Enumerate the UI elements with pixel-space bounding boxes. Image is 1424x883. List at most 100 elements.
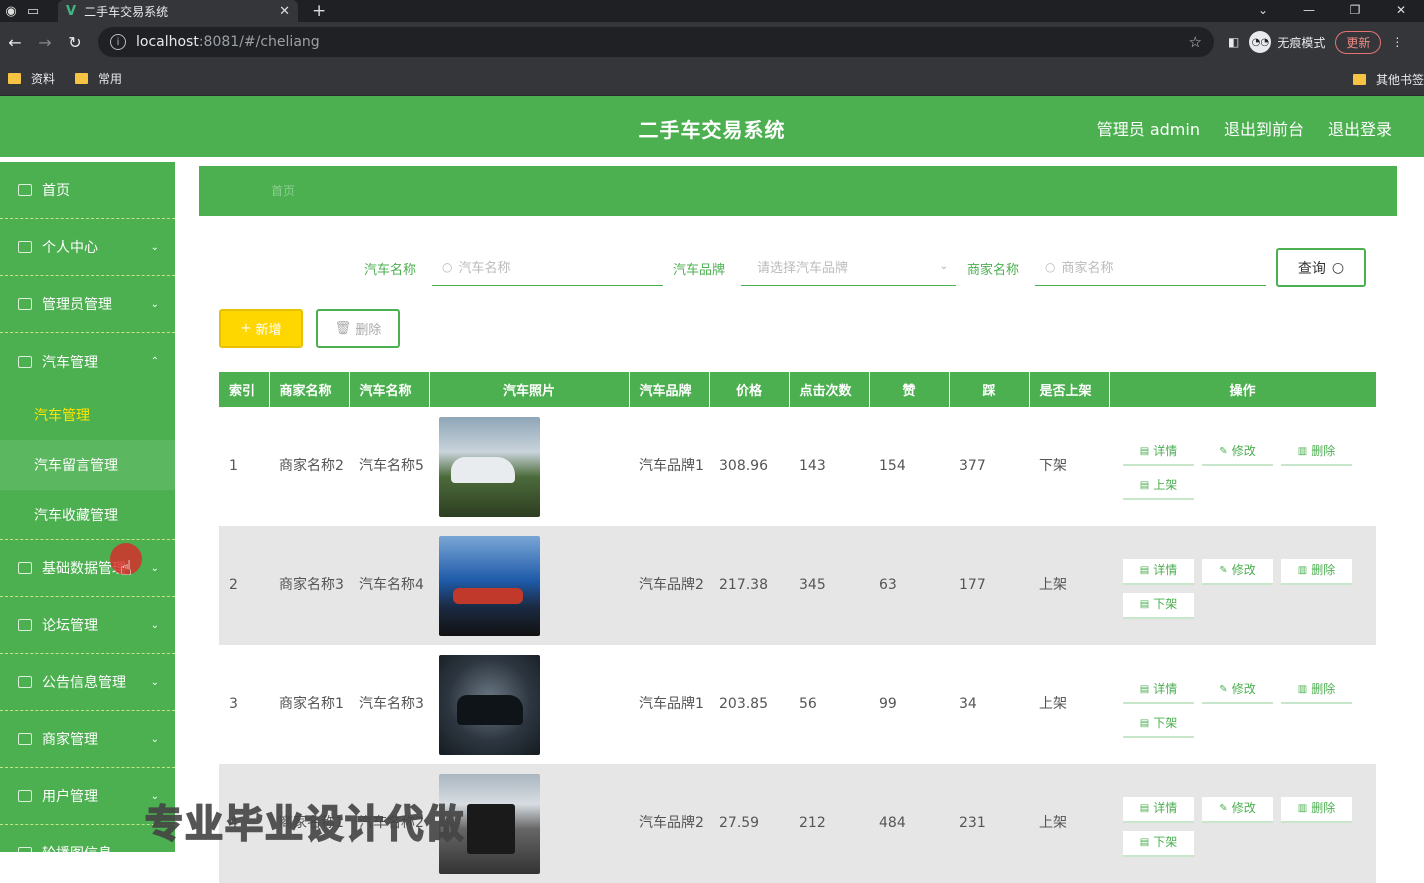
col-status[interactable]: 是否上架 xyxy=(1029,372,1110,407)
edit-button[interactable]: ✎ 修改 xyxy=(1202,558,1273,585)
batch-delete-button[interactable]: 🗑 删除 xyxy=(316,309,400,348)
bookmark-folder-1[interactable]: 常用 xyxy=(75,70,122,87)
cell-index: 3 xyxy=(229,696,238,712)
bookmark-folder-0[interactable]: 资料 xyxy=(8,70,55,87)
car-photo[interactable] xyxy=(439,535,540,636)
toggle-listing-button[interactable]: ▤ 下架 xyxy=(1123,711,1194,738)
edit-button[interactable]: ✎ 修改 xyxy=(1202,677,1273,704)
browser-tab[interactable]: V 二手车交易系统 ✕ xyxy=(58,0,298,22)
search-form: 汽车名称 ○ 汽车名称 汽车品牌 请选择汽车品牌 ⌄ 商家名称 ○ 商家名称 查… xyxy=(199,248,1397,288)
tab-overview-icon[interactable]: ▭ xyxy=(22,0,44,22)
merchant-input[interactable]: ○ 商家名称 xyxy=(1035,248,1266,286)
toggle-listing-button[interactable]: ▤ 上架 xyxy=(1123,473,1194,500)
sidebar-item-home[interactable]: 首页 xyxy=(0,162,175,219)
window-close-icon[interactable]: ✕ xyxy=(1378,0,1424,22)
restore-icon[interactable]: ❐ xyxy=(1332,0,1378,22)
sidepanel-icon[interactable]: ◧ xyxy=(1228,35,1239,49)
sidebar-sub-car-favorites[interactable]: 汽车收藏管理 xyxy=(0,490,175,540)
col-index[interactable]: 索引 xyxy=(219,372,270,407)
sidebar-item-label: 论坛管理 xyxy=(42,618,98,634)
query-button[interactable]: 查询 ○ xyxy=(1276,248,1366,287)
app-header: 二手车交易系统 管理员 admin 退出到前台 退出登录 xyxy=(0,96,1424,157)
browser-tab-bar: ◉ ▭ V 二手车交易系统 ✕ + ⌄ — ❐ ✕ xyxy=(0,0,1424,22)
cell-photo xyxy=(429,526,629,645)
sidebar-item-cars[interactable]: 汽车管理 ⌃ xyxy=(0,333,175,390)
col-merchant[interactable]: 商家名称 xyxy=(269,372,350,407)
col-car-name[interactable]: 汽车名称 xyxy=(349,372,430,407)
toggle-label: 下架 xyxy=(1153,835,1178,849)
delete-button[interactable]: ▥ 删除 xyxy=(1281,796,1352,823)
main-content: 首页 汽车名称 ○ 汽车名称 汽车品牌 请选择汽车品牌 ⌄ 商家名称 ○ 商家名… xyxy=(199,166,1397,883)
merchant-placeholder: 商家名称 xyxy=(1061,261,1114,276)
edit-label: 修改 xyxy=(1231,444,1256,458)
forum-icon xyxy=(18,619,32,631)
car-photo[interactable] xyxy=(439,654,540,755)
back-icon[interactable]: ← xyxy=(0,33,30,52)
edit-button[interactable]: ✎ 修改 xyxy=(1202,796,1273,823)
toggle-listing-button[interactable]: ▤ 下架 xyxy=(1123,592,1194,619)
col-photo[interactable]: 汽车照片 xyxy=(429,372,630,407)
car-photo[interactable] xyxy=(439,416,540,517)
delete-button[interactable]: ▥ 删除 xyxy=(1281,677,1352,704)
edit-icon: ✎ xyxy=(1219,803,1228,814)
minimize-icon[interactable]: — xyxy=(1286,0,1332,22)
delete-button[interactable]: ▥ 删除 xyxy=(1281,558,1352,585)
breadcrumb: 首页 xyxy=(199,166,1397,216)
col-likes[interactable]: 赞 xyxy=(869,372,950,407)
chevron-down-icon: ⌄ xyxy=(150,619,159,631)
col-clicks[interactable]: 点击次数 xyxy=(789,372,870,407)
notice-icon xyxy=(18,676,32,688)
sidebar-item-notice[interactable]: 公告信息管理 ⌄ xyxy=(0,654,175,711)
breadcrumb-home[interactable]: 首页 xyxy=(271,184,295,198)
cell-status: 下架 xyxy=(1039,458,1067,474)
delete-button[interactable]: ▥ 删除 xyxy=(1281,439,1352,466)
bookmark-star-icon[interactable]: ☆ xyxy=(1189,33,1202,51)
cell-index: 1 xyxy=(229,458,238,474)
car-name-input[interactable]: ○ 汽车名称 xyxy=(432,248,663,286)
col-price[interactable]: 价格 xyxy=(709,372,790,407)
sidebar-sub-car-manage[interactable]: 汽车管理 xyxy=(0,390,175,440)
app: 二手车交易系统 管理员 admin 退出到前台 退出登录 首页 个人中心 ⌄ 管… xyxy=(0,96,1424,883)
toggle-listing-button[interactable]: ▤ 下架 xyxy=(1123,830,1194,857)
sidebar-item-merchant[interactable]: 商家管理 ⌄ xyxy=(0,711,175,768)
detail-button[interactable]: ▤ 详情 xyxy=(1123,796,1194,823)
menu-icon[interactable]: ⋮ xyxy=(1391,35,1403,49)
close-tab-icon[interactable]: ✕ xyxy=(279,4,290,19)
admin-icon xyxy=(18,298,32,310)
edit-icon: ✎ xyxy=(1219,446,1228,457)
url-field[interactable]: i localhost:8081/#/cheliang ☆ xyxy=(98,27,1214,57)
other-bookmarks[interactable]: 其他书签 xyxy=(1352,62,1424,96)
cell-actions: ▤ 详情 ✎ 修改 ▥ 删除 ▤ 下架 xyxy=(1109,526,1376,645)
reload-icon[interactable]: ↻ xyxy=(60,33,90,52)
cell-price: 27.59 xyxy=(719,815,760,831)
col-dislikes[interactable]: 踩 xyxy=(949,372,1030,407)
cell-dislikes: 177 xyxy=(959,577,986,593)
site-info-icon[interactable]: i xyxy=(110,34,126,50)
detail-button[interactable]: ▤ 详情 xyxy=(1123,677,1194,704)
new-tab-icon[interactable]: + xyxy=(312,1,326,21)
detail-button[interactable]: ▤ 详情 xyxy=(1123,558,1194,585)
add-button[interactable]: + 新增 xyxy=(219,309,303,348)
globe-icon[interactable]: ◉ xyxy=(0,0,22,22)
cell-merchant: 商家名称2 xyxy=(279,458,344,474)
logout-link[interactable]: 退出登录 xyxy=(1328,116,1392,140)
brand-select[interactable]: 请选择汽车品牌 ⌄ xyxy=(741,248,956,286)
sidebar-item-basedata[interactable]: 基础数据管理 ⌄ xyxy=(0,540,175,597)
incognito-indicator[interactable]: ◔◔ 无痕模式 xyxy=(1249,31,1325,53)
edit-button[interactable]: ✎ 修改 xyxy=(1202,439,1273,466)
query-label: 查询 xyxy=(1297,260,1326,277)
tab-search-icon[interactable]: ⌄ xyxy=(1240,0,1286,22)
forward-icon[interactable]: → xyxy=(30,33,60,52)
to-front-link[interactable]: 退出到前台 xyxy=(1224,116,1304,140)
update-button[interactable]: 更新 xyxy=(1335,30,1382,54)
sidebar-item-forum[interactable]: 论坛管理 ⌄ xyxy=(0,597,175,654)
cell-dislikes: 377 xyxy=(959,458,986,474)
detail-button[interactable]: ▤ 详情 xyxy=(1123,439,1194,466)
sidebar-item-profile[interactable]: 个人中心 ⌄ xyxy=(0,219,175,276)
sidebar-item-label: 首页 xyxy=(42,183,70,199)
sidebar-item-admin[interactable]: 管理员管理 ⌄ xyxy=(0,276,175,333)
detail-icon: ▤ xyxy=(1139,803,1150,814)
home-icon xyxy=(18,184,32,196)
sidebar-sub-car-comments[interactable]: 汽车留言管理 xyxy=(0,440,175,490)
col-brand[interactable]: 汽车品牌 xyxy=(629,372,710,407)
